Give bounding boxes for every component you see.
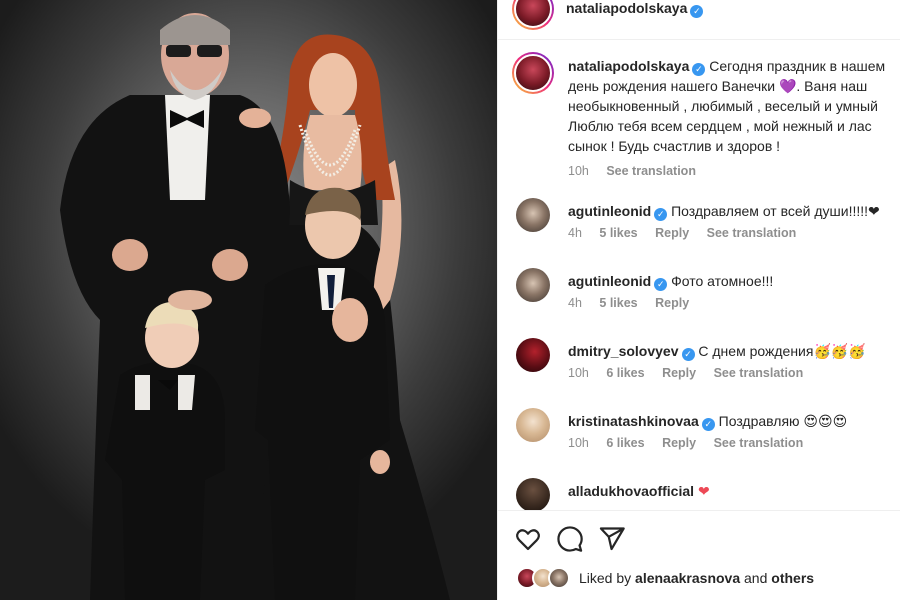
comment-see-translation[interactable]: See translation: [714, 366, 804, 380]
caption-text-1: Сегодня праздник в нашем: [709, 58, 886, 74]
post-header: nataliapodolskaya ✓: [498, 0, 900, 40]
comment-likes[interactable]: 5 likes: [599, 226, 637, 240]
commenter-avatar[interactable]: [516, 478, 550, 512]
comment-time[interactable]: 4h: [568, 226, 582, 240]
comment-likes[interactable]: 5 likes: [599, 296, 637, 310]
comment-text: Поздравляю 😍😍😍: [718, 413, 848, 429]
caption-time[interactable]: 10h: [568, 164, 589, 178]
caption-line-5: сынок ! Будь счастлив и здоров !: [568, 138, 781, 154]
caption-line-1: nataliapodolskaya ✓ Сегодня праздник в на…: [568, 56, 900, 76]
comment-text: ❤: [697, 483, 710, 499]
liked-by-and: and: [744, 570, 768, 586]
comment-reply-button[interactable]: Reply: [655, 226, 689, 240]
family-portrait-image: [60, 13, 450, 600]
commenter-avatar[interactable]: [516, 198, 550, 232]
comment-reply-button[interactable]: Reply: [662, 366, 696, 380]
comment-likes[interactable]: 6 likes: [606, 436, 644, 450]
author-username[interactable]: nataliapodolskaya: [566, 0, 687, 16]
verified-badge-icon: ✓: [681, 348, 695, 361]
verified-badge-icon: ✓: [654, 208, 668, 221]
comment-item: agutinleonid ✓ Поздравляем от всей души!!…: [498, 198, 900, 268]
comment-text: Фото атомное!!!: [671, 273, 774, 289]
comment-username[interactable]: agutinleonid: [568, 203, 651, 219]
comment-meta: 4h 5 likes Reply: [568, 296, 703, 310]
comment-username[interactable]: alladukhovaofficial: [568, 483, 694, 499]
post-caption: nataliapodolskaya ✓ Сегодня праздник в на…: [568, 56, 900, 181]
comment-meta: 10h 6 likes Reply See translation: [568, 366, 817, 380]
caption-see-translation[interactable]: See translation: [606, 164, 696, 178]
liker-avatars: [516, 567, 572, 589]
caption-line-4: Люблю тебя всем сердцем , мой нежный и л…: [568, 118, 872, 134]
verified-badge-icon: ✓: [701, 418, 715, 431]
verified-badge-icon: ✓: [692, 63, 706, 76]
comment-item: dmitry_solovyev ✓ С днем рождения🥳🥳🥳 10h …: [498, 338, 900, 408]
comment-icon[interactable]: [556, 525, 584, 553]
liked-by-prefix: Liked by: [579, 570, 632, 586]
comment-reply-button[interactable]: Reply: [655, 296, 689, 310]
caption-username[interactable]: nataliapodolskaya: [568, 58, 689, 74]
share-icon[interactable]: [598, 525, 626, 553]
liked-by-text: Liked by alenaakrasnova and others: [579, 570, 814, 586]
comment-time[interactable]: 10h: [568, 436, 589, 450]
comment-username[interactable]: kristinatashkinovaa: [568, 413, 699, 429]
verified-badge-icon: ✓: [690, 5, 704, 18]
comment-meta: 4h 5 likes Reply See translation: [568, 226, 810, 240]
liked-by-others[interactable]: others: [771, 570, 814, 586]
post-details-pane: nataliapodolskaya ✓ nataliapodolskaya ✓ Се…: [497, 0, 900, 600]
comment-item: kristinatashkinovaa ✓ Поздравляю 😍😍😍 10h …: [498, 408, 900, 478]
caption-line-2: день рождения нашего Ванечки 💜. Ваня наш: [568, 78, 868, 94]
comment-item: agutinleonid ✓ Фото атомное!!! 4h 5 likes…: [498, 268, 900, 338]
commenter-avatar[interactable]: [516, 268, 550, 302]
comment-text: Поздравляем от всей души!!!!!❤: [671, 203, 880, 219]
post-actions-bar: Liked by alenaakrasnova and others: [498, 510, 900, 600]
comment-time[interactable]: 10h: [568, 366, 589, 380]
heart-icon[interactable]: [514, 525, 542, 553]
comment-username[interactable]: dmitry_solovyev: [568, 343, 679, 359]
comment-likes[interactable]: 6 likes: [606, 366, 644, 380]
comment-text: С днем рождения🥳🥳🥳: [698, 343, 866, 359]
liker-avatar: [548, 567, 570, 589]
commenter-avatar[interactable]: [516, 408, 550, 442]
caption-meta: 10h See translation: [568, 161, 900, 181]
commenter-avatar[interactable]: [516, 338, 550, 372]
comment-time[interactable]: 4h: [568, 296, 582, 310]
liked-by-user[interactable]: alenaakrasnova: [635, 570, 740, 586]
comment-see-translation[interactable]: See translation: [707, 226, 797, 240]
verified-badge-icon: ✓: [654, 278, 668, 291]
comment-reply-button[interactable]: Reply: [662, 436, 696, 450]
comment-username[interactable]: agutinleonid: [568, 273, 651, 289]
caption-line-3: необыкновенный , любимый , веселый и умн…: [568, 98, 878, 114]
author-avatar[interactable]: [512, 0, 554, 30]
caption-author-avatar[interactable]: [512, 52, 554, 94]
post-photo[interactable]: [0, 0, 497, 600]
comment-see-translation[interactable]: See translation: [714, 436, 804, 450]
comment-meta: 10h 6 likes Reply See translation: [568, 436, 817, 450]
